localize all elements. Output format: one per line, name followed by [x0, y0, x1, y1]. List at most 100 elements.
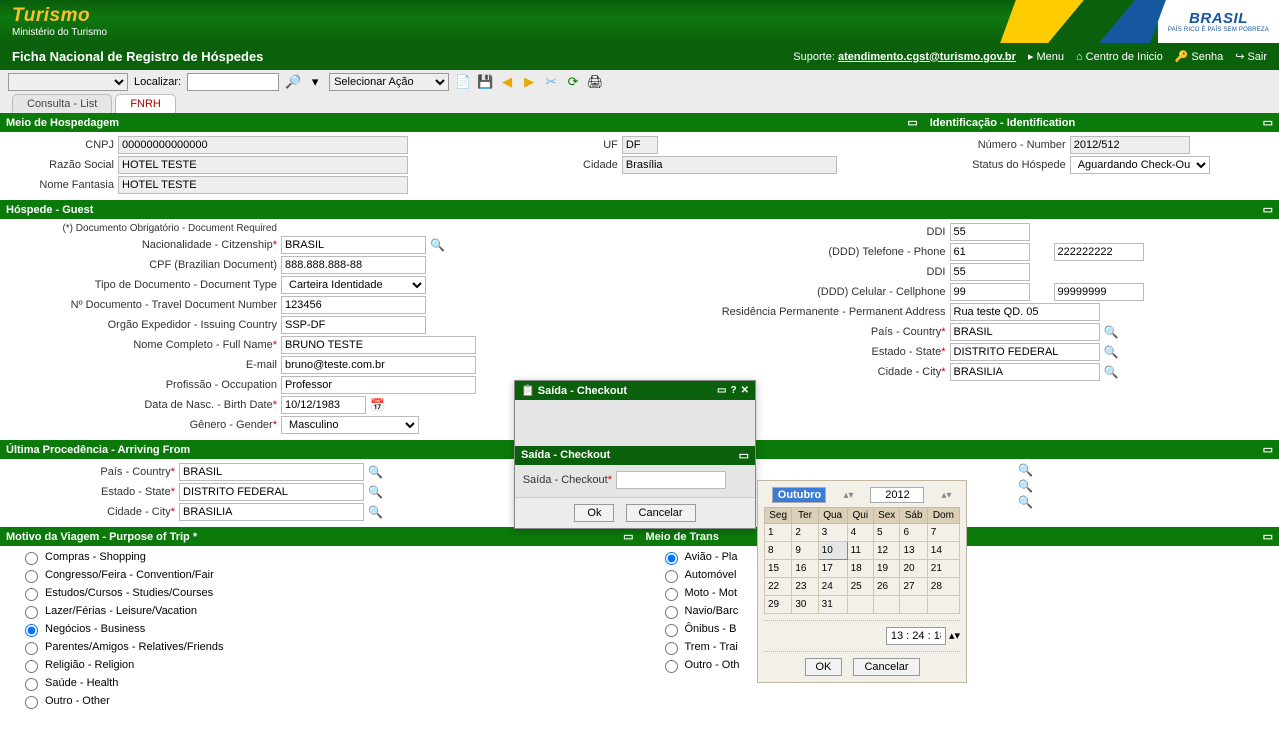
transport-radio[interactable] — [665, 606, 678, 619]
trip-radio[interactable] — [25, 570, 38, 583]
profession-field[interactable] — [281, 376, 476, 394]
collapse-icon[interactable]: ▭ — [1263, 116, 1273, 129]
arrow-right-icon[interactable]: ▶ — [521, 74, 537, 90]
docnum-field[interactable] — [281, 296, 426, 314]
calendar-day[interactable]: 25 — [847, 578, 873, 596]
arr-state-field[interactable] — [179, 483, 364, 501]
support-email-link[interactable]: atendimento.cgst@turismo.gov.br — [838, 51, 1016, 63]
calendar-day[interactable]: 29 — [765, 596, 792, 614]
lookup-icon[interactable]: 🔍 — [1104, 345, 1119, 359]
lookup-icon[interactable]: 🔍 — [368, 485, 383, 499]
exit-link[interactable]: ↪Sair — [1235, 50, 1267, 63]
calendar-day[interactable]: 10 — [818, 542, 847, 560]
transport-radio[interactable] — [665, 570, 678, 583]
transport-radio[interactable] — [665, 660, 678, 673]
lookup-icon[interactable]: 🔍 — [1018, 479, 1033, 493]
calendar-day[interactable]: 6 — [900, 524, 927, 542]
calendar-icon[interactable]: 📅 — [370, 398, 385, 412]
calendar-day[interactable]: 30 — [792, 596, 818, 614]
calendar-day[interactable]: 19 — [873, 560, 900, 578]
calendar-day[interactable]: 22 — [765, 578, 792, 596]
calendar-day[interactable]: 11 — [847, 542, 873, 560]
arrow-left-icon[interactable]: ◀ — [499, 74, 515, 90]
calendar-day[interactable]: 3 — [818, 524, 847, 542]
calendar-day[interactable]: 18 — [847, 560, 873, 578]
calendar-day[interactable]: 12 — [873, 542, 900, 560]
gender-select[interactable]: Masculino — [281, 416, 419, 434]
new-icon[interactable]: 📄 — [455, 74, 471, 90]
calendar-day[interactable]: 28 — [927, 578, 959, 596]
year-spinner-icon[interactable]: ▴▾ — [941, 490, 951, 501]
transport-radio[interactable] — [665, 552, 678, 565]
trip-option[interactable]: Parentes/Amigos - Relatives/Friends — [20, 639, 632, 655]
arr-city-field[interactable] — [179, 503, 364, 521]
calendar-day[interactable]: 1 — [765, 524, 792, 542]
trip-radio[interactable] — [25, 642, 38, 655]
dialog-min-icon[interactable]: ▭ — [717, 385, 726, 396]
trip-radio[interactable] — [25, 606, 38, 619]
calendar-day[interactable]: 17 — [818, 560, 847, 578]
lookup-icon[interactable]: 🔍 — [368, 505, 383, 519]
transport-radio[interactable] — [665, 642, 678, 655]
datepicker-cancel-button[interactable]: Cancelar — [853, 658, 919, 676]
transport-radio[interactable] — [665, 588, 678, 601]
nationality-field[interactable] — [281, 236, 426, 254]
lookup-icon[interactable]: 🔍 — [1018, 463, 1033, 477]
fullname-field[interactable] — [281, 336, 476, 354]
trip-option[interactable]: Negócios - Business — [20, 621, 632, 637]
calendar-day[interactable]: 21 — [927, 560, 959, 578]
guest-country-field[interactable] — [950, 323, 1100, 341]
collapse-icon[interactable]: ▭ — [1263, 443, 1273, 456]
calendar-day[interactable]: 23 — [792, 578, 818, 596]
collapse-icon[interactable]: ▭ — [623, 530, 633, 543]
scissors-icon[interactable]: ✂ — [543, 74, 559, 90]
cell-field[interactable] — [1054, 283, 1144, 301]
datepicker-year-field[interactable] — [870, 487, 924, 503]
calendar-day[interactable]: 15 — [765, 560, 792, 578]
calendar-day[interactable]: 9 — [792, 542, 818, 560]
calendar-day[interactable]: 5 — [873, 524, 900, 542]
calendar-day[interactable]: 26 — [873, 578, 900, 596]
lookup-icon[interactable]: 🔍 — [1018, 495, 1033, 509]
menu-link[interactable]: ▸Menu — [1028, 50, 1064, 63]
trip-option[interactable]: Estudos/Cursos - Studies/Courses — [20, 585, 632, 601]
email-field[interactable] — [281, 356, 476, 374]
lookup-icon[interactable]: 🔍 — [430, 238, 445, 252]
checkout-date-field[interactable] — [616, 471, 726, 489]
trip-option[interactable]: Lazer/Férias - Leisure/Vacation — [20, 603, 632, 619]
trip-radio[interactable] — [25, 624, 38, 637]
cell-ddd-field[interactable] — [950, 283, 1030, 301]
guest-city-field[interactable] — [950, 363, 1100, 381]
phone-ddd-field[interactable] — [950, 243, 1030, 261]
status-select[interactable]: Aguardando Check-Out — [1070, 156, 1210, 174]
transport-radio[interactable] — [665, 624, 678, 637]
guest-state-field[interactable] — [950, 343, 1100, 361]
calendar-day[interactable]: 14 — [927, 542, 959, 560]
password-link[interactable]: 🔑Senha — [1175, 50, 1224, 63]
arr-country-field[interactable] — [179, 463, 364, 481]
calendar-day[interactable]: 4 — [847, 524, 873, 542]
calendar-day[interactable]: 20 — [900, 560, 927, 578]
home-link[interactable]: ⌂Centro de Inicio — [1076, 51, 1163, 63]
collapse-icon[interactable]: ▭ — [1263, 530, 1273, 543]
calendar-day[interactable]: 31 — [818, 596, 847, 614]
trip-option[interactable]: Saúde - Health — [20, 675, 632, 691]
datepicker-ok-button[interactable]: OK — [805, 658, 843, 676]
datepicker-month-field[interactable] — [772, 487, 826, 503]
trip-option[interactable]: Compras - Shopping — [20, 549, 632, 565]
address-field[interactable] — [950, 303, 1100, 321]
dialog-ok-button[interactable]: Ok — [574, 504, 614, 522]
trip-radio[interactable] — [25, 552, 38, 565]
phone-field[interactable] — [1054, 243, 1144, 261]
trip-radio[interactable] — [25, 678, 38, 691]
dialog-cancel-button[interactable]: Cancelar — [626, 504, 696, 522]
calendar-day[interactable]: 7 — [927, 524, 959, 542]
collapse-icon[interactable]: ▭ — [739, 449, 749, 462]
collapse-icon[interactable]: ▭ — [907, 116, 917, 129]
trip-radio[interactable] — [25, 588, 38, 601]
lookup-icon[interactable]: 🔍 — [368, 465, 383, 479]
cpf-field[interactable] — [281, 256, 426, 274]
tab-consulta-list[interactable]: Consulta - List — [12, 94, 112, 113]
datepicker-time-field[interactable] — [886, 627, 946, 645]
binoculars-icon[interactable]: 🔎 — [285, 74, 301, 90]
